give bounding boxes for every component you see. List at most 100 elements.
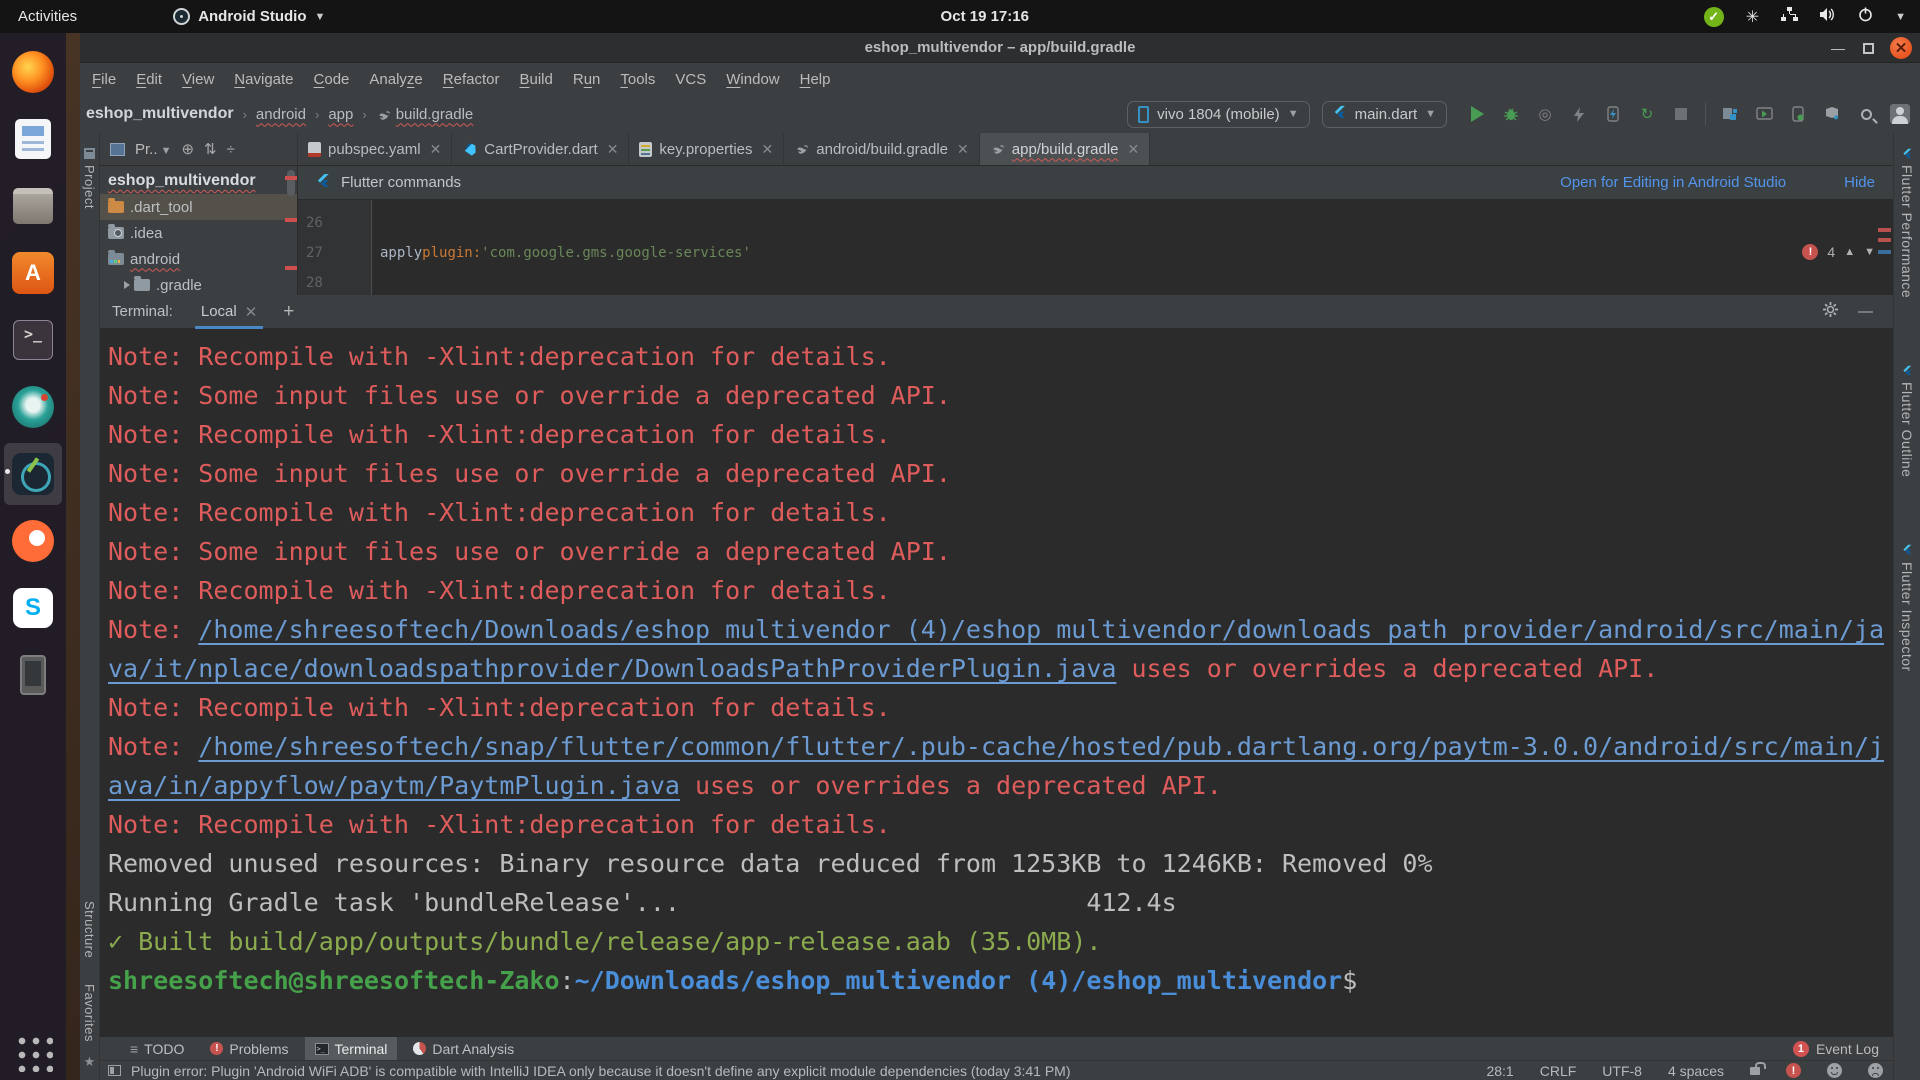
menu-tools[interactable]: Tools [610,71,665,88]
menu-view[interactable]: View [172,71,224,88]
attach-debugger-button[interactable] [1603,104,1623,124]
dock-photos-app[interactable] [4,376,62,438]
tool-tab-flutter-inspector[interactable]: Flutter Inspector [1899,544,1915,678]
terminal-settings-icon[interactable] [1823,302,1838,321]
new-session-button[interactable]: + [271,301,306,323]
run-config-selector[interactable]: main.dart ▼ [1322,101,1447,128]
editor-tab-app-build-gradle[interactable]: app/build.gradle✕ [980,133,1151,165]
prev-error-icon[interactable]: ▲ [1844,246,1855,258]
coverage-button[interactable]: ◎ [1535,104,1555,124]
menu-vcs[interactable]: VCS [665,71,716,88]
inspection-widget[interactable]: ! 4 ▲ ▼ [1802,244,1875,260]
menu-navigate[interactable]: Navigate [224,71,303,88]
tree-item--gradle[interactable]: .gradle [100,272,297,295]
next-error-icon[interactable]: ▼ [1864,246,1875,258]
event-log-button[interactable]: 1 Event Log [1793,1041,1879,1057]
tray-power-icon[interactable] [1858,7,1873,26]
locate-file-icon[interactable]: ⊕ [181,140,194,158]
maximize-button[interactable] [1863,43,1874,54]
editor-tab-key-properties[interactable]: key.properties✕ [629,133,784,165]
status-encoding[interactable]: UTF-8 [1602,1063,1642,1079]
dock-ubuntu-software[interactable]: A [4,242,62,304]
tool-button-terminal[interactable]: >_Terminal [305,1037,398,1061]
fatal-error-icon[interactable]: ! [1786,1063,1801,1078]
menu-window[interactable]: Window [716,71,789,88]
open-in-android-studio-link[interactable]: Open for Editing in Android Studio [1560,174,1786,191]
dock-files[interactable] [4,175,62,237]
tray-check-icon[interactable]: ✓ [1704,7,1724,27]
happy-face-icon[interactable] [1827,1063,1842,1078]
tree-item--dart-tool[interactable]: .dart_tool [100,194,297,220]
tree-item-eshop-multivendor[interactable]: eshop_multivendor [100,168,297,194]
readonly-lock-icon[interactable] [1750,1067,1760,1075]
dock-android-studio[interactable] [4,443,62,505]
search-everywhere-button[interactable] [1856,104,1876,124]
dock-device-tablet[interactable] [4,644,62,706]
tool-tab-flutter-outline[interactable]: Flutter Outline [1899,364,1915,483]
menu-file[interactable]: File [82,71,126,88]
close-icon[interactable]: ✕ [607,141,619,158]
status-indent-setting[interactable]: 4 spaces [1668,1063,1724,1079]
close-icon[interactable]: ✕ [762,141,774,158]
app-menu[interactable]: Android Studio ▼ [173,8,325,25]
terminal-file-link[interactable]: va/it/nplace/downloadspathprovider/Downl… [108,654,1116,683]
hide-panel-icon[interactable]: — [1858,303,1873,320]
menu-analyze[interactable]: Analyze [359,71,432,88]
code-editor[interactable]: 262728 apply plugin: 'com.google.gms.goo… [298,200,1893,295]
terminal-file-link[interactable]: /home/shreesoftech/Downloads/eshop_multi… [198,615,1884,644]
tool-tab-favorites[interactable]: Favorites [82,978,97,1048]
close-icon[interactable]: ✕ [957,141,969,158]
tool-window-switcher-icon[interactable] [108,1065,121,1076]
sdk-manager-button[interactable] [1822,104,1842,124]
status-caret-position[interactable]: 28:1 [1486,1063,1513,1079]
project-scrollbar[interactable] [287,170,295,196]
sad-face-icon[interactable] [1868,1063,1883,1078]
stop-button[interactable] [1671,104,1691,124]
tool-button-problems[interactable]: !Problems [200,1037,298,1061]
project-structure-button[interactable] [1720,104,1740,124]
activities-button[interactable]: Activities [0,8,95,25]
editor-tab-pubspec-yaml[interactable]: pubspec.yaml✕ [298,133,452,165]
clock[interactable]: Oct 19 17:16 [941,8,1029,25]
tray-caret-icon[interactable]: ▼ [1895,11,1906,23]
close-icon[interactable]: ✕ [245,303,258,321]
tree-item--idea[interactable]: .idea [100,220,297,246]
collapse-all-icon[interactable]: ÷ [227,141,235,158]
status-message[interactable]: Plugin error: Plugin 'Android WiFi ADB' … [131,1063,1071,1079]
tray-app-indicator-icon[interactable]: ✳ [1746,7,1759,27]
tray-volume-icon[interactable] [1820,7,1836,26]
favorites-star-icon[interactable]: ★ [84,1054,96,1070]
menu-run[interactable]: Run [563,71,611,88]
close-icon[interactable]: ✕ [1128,141,1140,158]
tool-tab-structure[interactable]: Structure [82,895,97,964]
project-view-selector[interactable]: Pr.. ▼ [135,141,171,158]
tray-network-icon[interactable] [1781,7,1798,26]
dock-firefox[interactable] [4,41,62,103]
close-icon[interactable]: ✕ [430,141,442,158]
chevron-right-icon[interactable] [124,281,130,289]
terminal-tab-local[interactable]: Local ✕ [191,295,267,329]
terminal-output[interactable]: Note: Recompile with -Xlint:deprecation … [100,329,1893,1036]
menu-code[interactable]: Code [304,71,360,88]
run-button[interactable] [1467,104,1487,124]
device-selector[interactable]: vivo 1804 (mobile) ▼ [1127,101,1309,128]
dock-skype[interactable]: S [4,577,62,639]
breadcrumb-item[interactable]: build.gradle [376,106,474,123]
device-manager-button[interactable] [1788,104,1808,124]
breadcrumb-item[interactable]: android [256,106,306,123]
terminal-file-link[interactable]: /home/shreesoftech/snap/flutter/common/f… [198,732,1884,761]
tool-tab-flutter-performance[interactable]: Flutter Performance [1899,147,1915,304]
breadcrumb-item[interactable]: eshop_multivendor [86,105,234,123]
menu-refactor[interactable]: Refactor [433,71,510,88]
tool-button-dart-analysis[interactable]: Dart Analysis [403,1037,524,1061]
menu-edit[interactable]: Edit [126,71,172,88]
dock-libreoffice-writer[interactable] [4,108,62,170]
terminal-file-link[interactable]: ava/in/appyflow/paytm/PaytmPlugin.java [108,771,680,800]
dock-postman[interactable] [4,510,62,572]
debug-button[interactable] [1501,104,1521,124]
show-applications-button[interactable] [13,1032,53,1072]
status-line-ending[interactable]: CRLF [1540,1063,1577,1079]
profile-avatar[interactable] [1890,104,1910,124]
tool-button-todo[interactable]: ≡TODO [120,1037,194,1061]
breadcrumb-item[interactable]: app [328,106,353,123]
